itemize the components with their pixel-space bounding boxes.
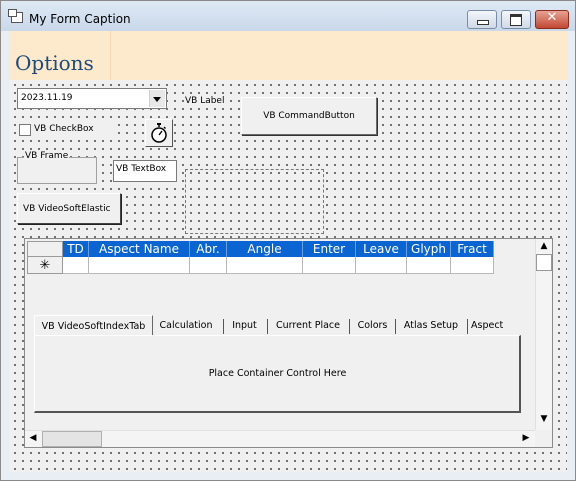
options-banner: Options xyxy=(9,31,567,80)
column-header[interactable]: Enter xyxy=(303,241,356,257)
column-header[interactable]: Leave xyxy=(356,241,407,257)
app-icon xyxy=(8,9,23,23)
tab-divider xyxy=(349,319,350,334)
grid-cell[interactable] xyxy=(407,257,451,274)
close-button[interactable]: ✕ xyxy=(535,10,569,29)
column-header[interactable]: Fract xyxy=(451,241,494,257)
frame-caption: VB Frame xyxy=(24,151,70,161)
grid-cell[interactable] xyxy=(190,257,227,274)
new-row-icon[interactable]: ✳ xyxy=(27,257,63,274)
column-header[interactable]: Glyph xyxy=(407,241,451,257)
flex-grid[interactable]: TD Aspect Name Abr. Angle Enter Leave Gl… xyxy=(24,238,553,448)
tab-calculation[interactable]: Calculation xyxy=(154,317,218,335)
column-header[interactable]: TD xyxy=(63,241,89,257)
scroll-right-icon[interactable]: ▶ xyxy=(520,433,532,445)
elastic-label: VB VideoSoftElastic xyxy=(23,204,111,214)
tab-current-place[interactable]: Current Place xyxy=(271,317,345,335)
window: My Form Caption ✕ Options 2023.11.19 VB … xyxy=(0,0,576,481)
banner-divider xyxy=(110,31,111,80)
close-icon: ✕ xyxy=(546,10,558,25)
column-header[interactable]: Aspect Name xyxy=(89,241,190,257)
vb-checkbox[interactable]: VB CheckBox xyxy=(17,123,112,137)
scroll-thumb[interactable] xyxy=(42,431,102,447)
grid-area: TD Aspect Name Abr. Angle Enter Leave Gl… xyxy=(25,239,536,430)
window-title: My Form Caption xyxy=(29,12,131,26)
title-bar[interactable]: My Form Caption ✕ xyxy=(1,1,575,31)
scroll-down-icon[interactable]: ▼ xyxy=(538,414,550,426)
tab-divider xyxy=(223,319,224,334)
tab-panel: Place Container Control Here xyxy=(34,335,521,413)
grid-cell[interactable] xyxy=(227,257,303,274)
scroll-corner xyxy=(535,430,552,447)
grid-cell[interactable] xyxy=(303,257,356,274)
tab-divider xyxy=(267,319,268,334)
vertical-scrollbar[interactable]: ▲ ▼ xyxy=(535,239,552,430)
grid-cell[interactable] xyxy=(451,257,494,274)
tab-atlas-setup[interactable]: Atlas Setup xyxy=(400,317,462,335)
timer-control[interactable] xyxy=(145,119,173,147)
stopwatch-icon xyxy=(151,123,167,143)
horizontal-scrollbar[interactable]: ◀ ▶ xyxy=(25,430,536,447)
maximize-button[interactable] xyxy=(501,10,531,29)
grid-cell[interactable] xyxy=(89,257,190,274)
tab-aspect[interactable]: Aspect xyxy=(471,317,515,335)
vb-frame: VB Frame xyxy=(17,151,97,184)
scroll-up-icon[interactable]: ▲ xyxy=(538,241,550,253)
grid-cell[interactable] xyxy=(63,257,89,274)
date-combobox[interactable]: 2023.11.19 xyxy=(17,88,167,109)
vb-label: VB Label xyxy=(184,96,226,106)
maximize-icon xyxy=(510,14,522,26)
grid-cell[interactable] xyxy=(356,257,407,274)
vb-command-button[interactable]: VB CommandButton xyxy=(241,97,377,135)
tab-divider xyxy=(395,319,396,334)
grid-corner-cell[interactable] xyxy=(27,241,63,257)
column-header[interactable]: Angle xyxy=(227,241,303,257)
scroll-thumb[interactable] xyxy=(536,254,552,271)
column-header[interactable]: Abr. xyxy=(190,241,227,257)
minimize-icon xyxy=(477,20,489,25)
tab-divider xyxy=(467,319,468,334)
combo-value: 2023.11.19 xyxy=(21,93,73,103)
container-placeholder-text: Place Container Control Here xyxy=(208,368,347,379)
scroll-left-icon[interactable]: ◀ xyxy=(27,433,39,445)
form-canvas: Options 2023.11.19 VB Label VB CommandBu… xyxy=(9,31,567,472)
chevron-down-icon[interactable] xyxy=(149,90,165,107)
banner-title: Options xyxy=(15,51,94,75)
vb-textbox[interactable]: VB TextBox xyxy=(113,160,177,182)
checkbox-box[interactable] xyxy=(19,124,31,136)
vb-videosoft-elastic[interactable]: VB VideoSoftElastic xyxy=(17,193,121,224)
dashed-placeholder xyxy=(185,169,324,234)
minimize-button[interactable] xyxy=(467,10,497,29)
tab-input[interactable]: Input xyxy=(226,317,263,335)
checkbox-label: VB CheckBox xyxy=(34,124,94,134)
tab-colors[interactable]: Colors xyxy=(354,317,391,335)
